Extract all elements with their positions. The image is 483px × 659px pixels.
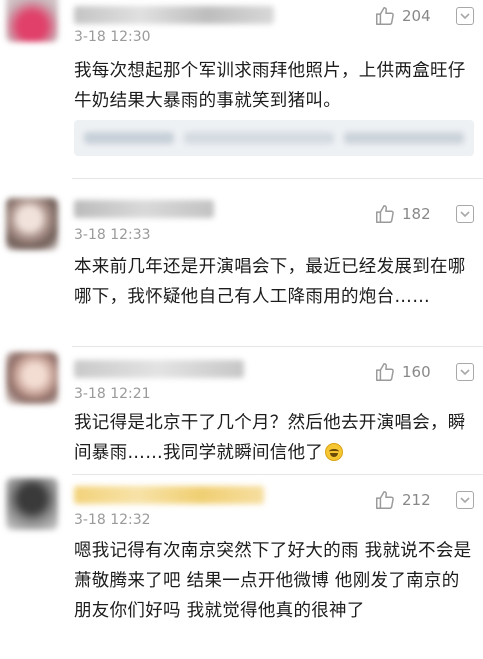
comment-item: 3-18 12:30 204 我每次想起那个军训求雨拜他照片，上供两盒旺仔牛奶结… — [0, 0, 483, 170]
like-button[interactable]: 182 — [374, 202, 444, 226]
comment-item: 3-18 12:21 160 我记得是北京干了几个月？然后他去开演唱会，瞬间暴雨… — [0, 346, 483, 466]
comment-text: 嗯我记得有次南京突然下了好大的雨 我就说不会是萧敬腾来了吧 结果一点开他微博 他… — [74, 541, 472, 621]
like-button[interactable]: 160 — [374, 360, 444, 384]
comment-text: 我每次想起那个军训求雨拜他照片，上供两盒旺仔牛奶结果大暴雨的事就笑到猪叫。 — [74, 61, 466, 111]
comment-time: 3-18 12:21 — [74, 386, 151, 402]
more-button[interactable] — [456, 7, 474, 25]
comment-text: 我记得是北京干了几个月？然后他去开演唱会，瞬间暴雨……我同学就瞬间信他了 — [74, 408, 474, 468]
thumbs-up-icon — [376, 205, 394, 223]
comment-time: 3-18 12:33 — [74, 227, 151, 243]
more-button[interactable] — [456, 491, 474, 509]
like-count: 182 — [402, 205, 431, 223]
username[interactable] — [74, 486, 264, 504]
avatar[interactable] — [6, 478, 58, 530]
comment-time: 3-18 12:32 — [74, 512, 151, 528]
quoted-reply[interactable] — [74, 120, 474, 156]
thumbs-up-icon — [376, 491, 394, 509]
thumbs-up-icon — [376, 7, 394, 25]
like-button[interactable]: 204 — [374, 4, 444, 28]
laughing-emoji-icon — [325, 443, 344, 461]
like-button[interactable]: 212 — [374, 488, 444, 512]
more-button[interactable] — [456, 205, 474, 223]
comment-text-content: 我记得是北京干了几个月？然后他去开演唱会，瞬间暴雨……我同学就瞬间信他了 — [74, 413, 466, 463]
comment-item: 3-18 12:32 212 嗯我记得有次南京突然下了好大的雨 我就说不会是萧敬… — [0, 474, 483, 659]
comment-item: 3-18 12:33 182 本来前几年还是开演唱会下，最近已经发展到在哪哪下，… — [0, 190, 483, 340]
chevron-down-icon — [460, 13, 470, 20]
thumbs-up-icon — [376, 363, 394, 381]
like-count: 212 — [402, 491, 431, 509]
username[interactable] — [74, 6, 274, 24]
username[interactable] — [74, 200, 214, 218]
chevron-down-icon — [460, 497, 470, 504]
avatar[interactable] — [6, 352, 58, 404]
like-count: 160 — [402, 363, 431, 381]
avatar[interactable] — [6, 0, 58, 42]
comment-time: 3-18 12:30 — [74, 29, 151, 45]
avatar[interactable] — [6, 198, 58, 250]
username[interactable] — [74, 360, 244, 378]
like-count: 204 — [402, 7, 431, 25]
more-button[interactable] — [456, 363, 474, 381]
chevron-down-icon — [460, 211, 470, 218]
comment-text: 本来前几年还是开演唱会下，最近已经发展到在哪哪下，我怀疑他自己有人工降雨用的炮台… — [74, 257, 466, 307]
divider — [72, 178, 483, 179]
chevron-down-icon — [460, 369, 470, 376]
